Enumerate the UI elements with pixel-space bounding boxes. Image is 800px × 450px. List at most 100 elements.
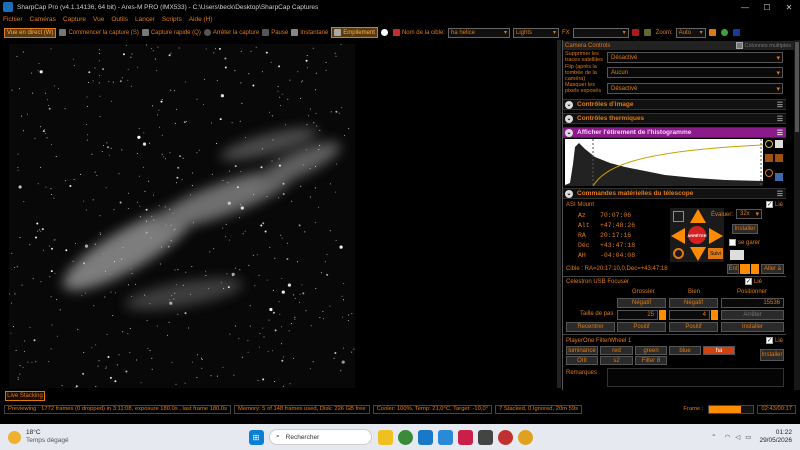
arrow-right-icon[interactable] xyxy=(709,228,723,244)
close-button[interactable]: ✕ xyxy=(778,3,800,12)
mask-pixels-select[interactable]: Désactivé xyxy=(607,83,783,94)
menu-aide[interactable]: Aide (H) xyxy=(189,16,213,23)
clock[interactable]: 01:22 29/05/2026 xyxy=(759,429,792,445)
file-explorer-icon[interactable] xyxy=(377,429,393,445)
menu-fichier[interactable]: Fichier xyxy=(3,16,23,23)
flip-select[interactable]: Aucun xyxy=(607,67,783,78)
menu-capture[interactable]: Capture xyxy=(63,16,86,23)
panel-scrollbar[interactable] xyxy=(794,40,800,390)
stepper-icon[interactable] xyxy=(659,310,666,320)
multi-columns-toggle[interactable]: Colonnes multiples xyxy=(735,42,791,49)
chrome-icon[interactable] xyxy=(517,429,533,445)
filterwheel-install-button[interactable]: Installer xyxy=(760,349,784,361)
menu-vue[interactable]: Vue xyxy=(93,16,104,23)
snapshot-button[interactable]: Instantané xyxy=(291,29,328,36)
focuser-install-button[interactable]: Installer xyxy=(721,322,784,332)
menu-cameras[interactable]: Caméras xyxy=(30,16,56,23)
app-icon-record[interactable] xyxy=(497,429,513,445)
edge-icon[interactable] xyxy=(417,429,433,445)
remarks-textarea[interactable] xyxy=(607,368,784,387)
fx-select[interactable]: ▾ xyxy=(572,27,629,38)
save-icon[interactable] xyxy=(775,172,783,181)
app-icon-green[interactable] xyxy=(397,429,413,445)
mount-install-button[interactable]: Installer xyxy=(732,224,758,234)
follow-button[interactable]: Suivi xyxy=(708,248,723,259)
frame-type-select[interactable]: Lights ▾ xyxy=(512,27,559,38)
record-button[interactable] xyxy=(631,29,641,36)
brightness-button[interactable] xyxy=(708,29,718,36)
start-capture-button[interactable]: Commencer la capture (S) xyxy=(59,29,139,36)
filter-8-button[interactable]: Filter 8 xyxy=(635,356,667,365)
target-name-input[interactable]: ha helice ▾ xyxy=(447,27,510,38)
battery-icon[interactable]: ▭ xyxy=(745,433,751,441)
wifi-icon[interactable]: ◠ xyxy=(725,433,731,441)
menu-lancer[interactable]: Lancer xyxy=(135,16,155,23)
menu-scripts[interactable]: Scripts xyxy=(162,16,182,23)
reset-icon[interactable] xyxy=(765,168,773,177)
toggle-button[interactable] xyxy=(380,29,390,36)
coarse-positive-button[interactable]: Positif xyxy=(617,322,666,332)
goto-button[interactable]: Aller à xyxy=(761,264,784,274)
zoom-select[interactable]: Auto ▾ xyxy=(675,27,706,38)
store-icon[interactable] xyxy=(437,429,453,445)
fine-positive-button[interactable]: Positif xyxy=(669,322,718,332)
mount-linked-checkbox[interactable]: ✓ Lié xyxy=(766,201,783,208)
windows-start-icon[interactable]: ⊞ xyxy=(248,429,264,445)
section-image-controls[interactable]: ⌄ Contrôles d'image ☰ xyxy=(563,99,786,110)
spiral-search-icon[interactable] xyxy=(673,211,684,222)
pause-button[interactable]: Pause xyxy=(262,29,288,36)
checkbox[interactable] xyxy=(735,42,743,49)
recenter-button[interactable]: Recentrer xyxy=(566,322,615,332)
scrollbar-thumb[interactable] xyxy=(795,42,799,132)
lock-icon[interactable] xyxy=(775,154,783,163)
fine-negative-button[interactable]: Négatif xyxy=(669,298,718,308)
filter-blue-button[interactable]: blue xyxy=(669,346,701,355)
live-view-button[interactable]: Vue en direct (W) xyxy=(4,27,57,38)
weather-widget[interactable]: 18°C Temps dégagé xyxy=(8,429,128,445)
quick-capture-button[interactable]: Capture rapide (Q) xyxy=(141,29,201,36)
stop-mount-button[interactable]: ARRÊTER xyxy=(687,226,707,244)
sharpcap-icon[interactable] xyxy=(477,429,493,445)
stop-capture-button[interactable]: Arrêter la capture xyxy=(203,29,259,36)
section-histogram[interactable]: ⌄ Afficher l'étirement de l'histogramme ☰ xyxy=(563,127,786,138)
satellite-trails-select[interactable]: Désactivé xyxy=(607,52,783,63)
target-icon[interactable] xyxy=(673,248,684,259)
live-stacking-tab[interactable]: Live Stacking xyxy=(5,391,45,401)
hamburger-icon[interactable]: ☰ xyxy=(777,129,783,137)
section-thermal[interactable]: ⌄ Contrôles thermiques ☰ xyxy=(563,113,786,124)
ent-button[interactable]: Ent xyxy=(727,264,739,274)
arrow-left-icon[interactable] xyxy=(671,228,685,244)
info-icon[interactable] xyxy=(765,140,773,148)
settings-button[interactable] xyxy=(643,29,653,36)
checkbox[interactable]: ✓ xyxy=(766,201,773,208)
maximize-button[interactable]: ☐ xyxy=(756,3,778,12)
crosshair-icon[interactable] xyxy=(765,154,773,163)
park-checkbox[interactable]: se garer xyxy=(729,239,760,246)
filter-s2-button[interactable]: s2 xyxy=(600,356,633,365)
focuser-linked-checkbox[interactable]: ✓ Lié xyxy=(745,278,762,285)
filterwheel-linked-checkbox[interactable]: ✓ Lié xyxy=(766,337,783,344)
coarse-step-input[interactable]: 25 xyxy=(617,310,658,320)
filter-luminance-button[interactable]: luminance xyxy=(566,346,598,355)
star-icon[interactable] xyxy=(730,250,744,260)
filter-red-button[interactable]: red xyxy=(600,346,633,355)
checkbox[interactable]: ✓ xyxy=(766,337,773,344)
fine-step-input[interactable]: 4 xyxy=(669,310,710,320)
image-scrollbar[interactable] xyxy=(557,40,561,388)
hamburger-icon[interactable]: ☰ xyxy=(777,190,783,198)
stepper-icon[interactable] xyxy=(711,310,718,320)
hamburger-icon[interactable]: ☰ xyxy=(777,101,783,109)
arrow-up-icon[interactable] xyxy=(690,209,706,223)
search-button[interactable] xyxy=(720,29,730,36)
coarse-negative-button[interactable]: Négatif xyxy=(617,298,666,308)
histogram-chart[interactable] xyxy=(565,139,763,186)
chevron-up-icon[interactable]: ⌃ xyxy=(711,433,716,441)
focuser-stop-button[interactable]: Arrêter xyxy=(721,310,784,320)
evaluate-select[interactable]: 32x xyxy=(736,209,762,219)
checkbox[interactable] xyxy=(729,239,736,246)
stacking-button[interactable]: Empilement xyxy=(331,27,378,38)
section-telescope[interactable]: ⌄ Commandes matérielles du télescope ☰ xyxy=(563,188,786,199)
filter-oiii-button[interactable]: OIII xyxy=(566,356,598,365)
arrow-down-icon[interactable] xyxy=(751,264,759,274)
hamburger-icon[interactable]: ☰ xyxy=(777,115,783,123)
